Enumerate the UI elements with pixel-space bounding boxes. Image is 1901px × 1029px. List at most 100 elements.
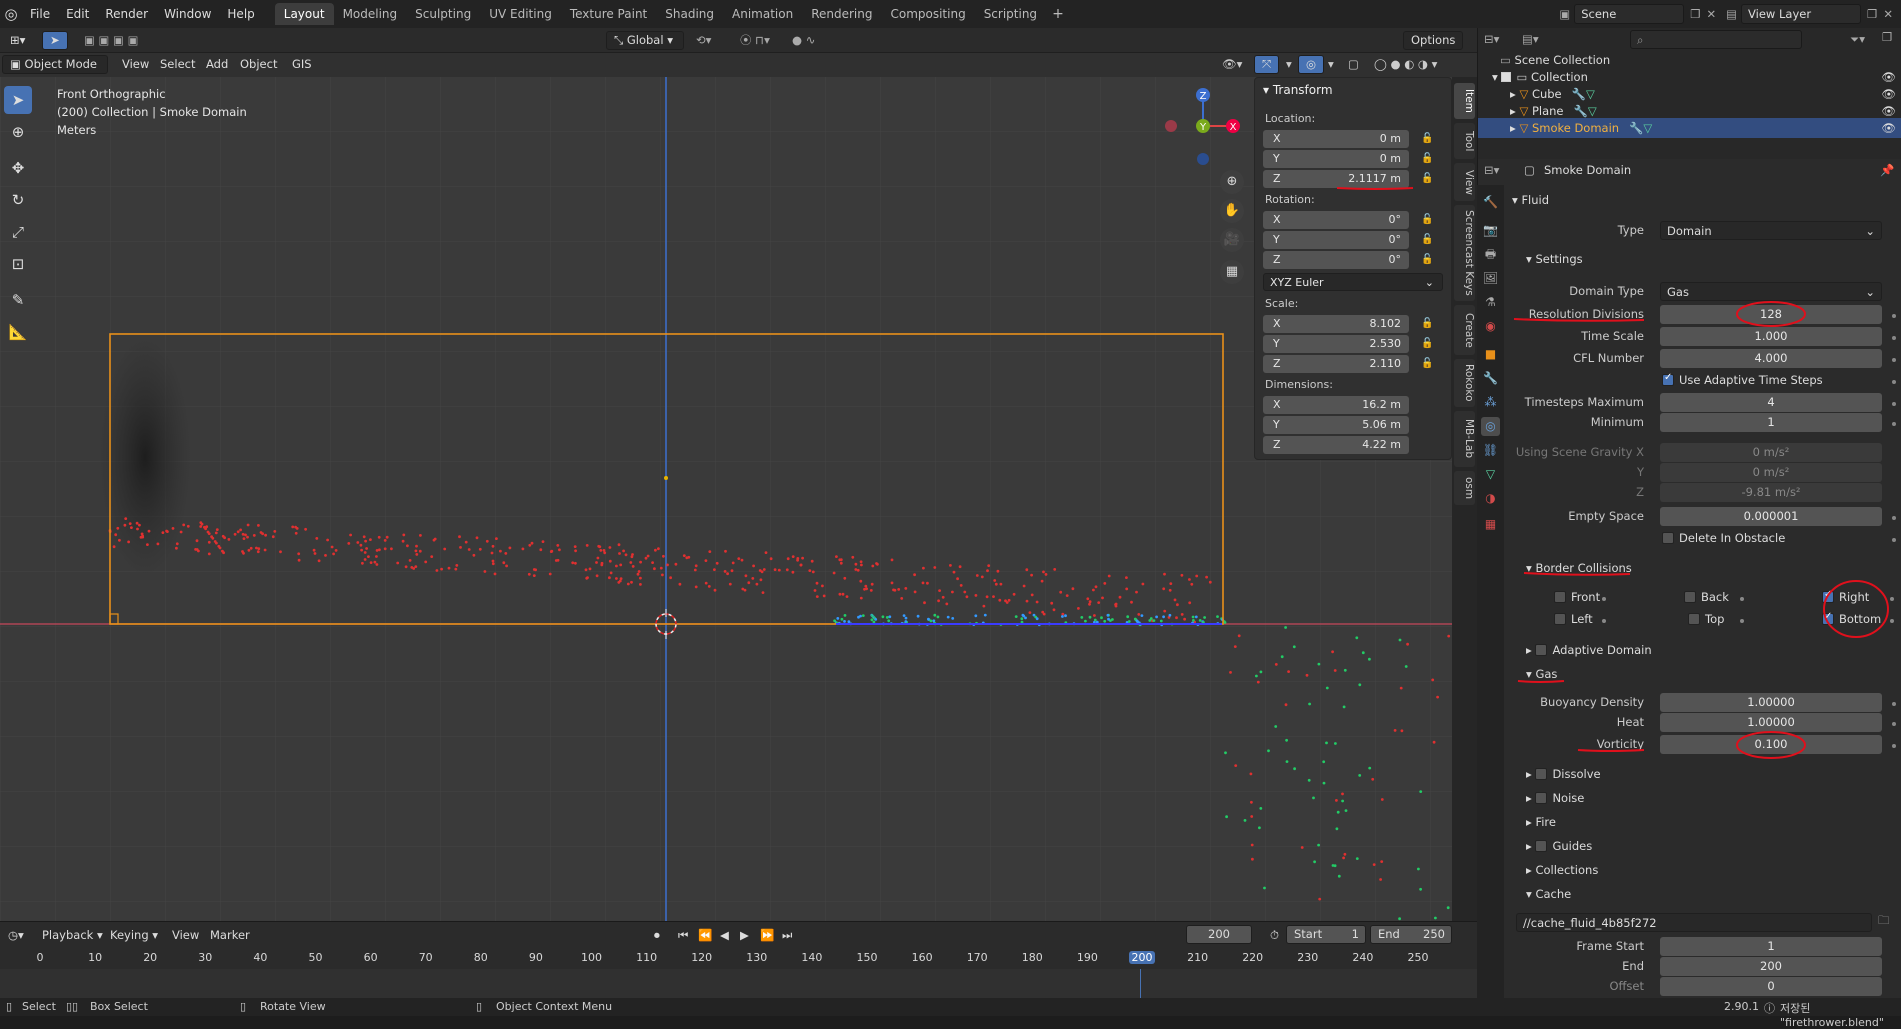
delete-view-layer-icon[interactable]: ✕ bbox=[1883, 7, 1893, 21]
play-reverse-icon[interactable]: ◀ bbox=[714, 926, 735, 945]
sidebar-tab-osm[interactable]: osm bbox=[1454, 471, 1475, 505]
lock-icon[interactable]: 🔓 bbox=[1421, 338, 1435, 350]
new-view-layer-icon[interactable]: ❐ bbox=[1867, 7, 1877, 21]
sidebar-tab-rokoko[interactable]: Rokoko bbox=[1454, 359, 1475, 407]
workspace-tab-uv-editing[interactable]: UV Editing bbox=[480, 3, 561, 25]
record-icon[interactable]: ⏺ bbox=[648, 926, 666, 945]
viewport-menu-object[interactable]: Object bbox=[234, 55, 283, 74]
gizmo-toggle-icon[interactable]: ⤧ bbox=[1254, 55, 1280, 74]
current-frame-field[interactable]: 200 bbox=[1186, 925, 1252, 944]
pan-hand-icon[interactable]: ✋ bbox=[1220, 199, 1244, 223]
editor-type-icon[interactable]: ⊞▾ bbox=[4, 31, 31, 50]
visibility-icon[interactable]: 👁▾ bbox=[1216, 55, 1248, 74]
measure-tool-icon[interactable]: 📐 bbox=[4, 318, 32, 346]
menu-edit[interactable]: Edit bbox=[58, 0, 97, 28]
lock-icon[interactable]: 🔓 bbox=[1421, 214, 1435, 226]
guides-subpanel[interactable]: ▸ Guides bbox=[1526, 839, 1592, 853]
viewport-menu-gis[interactable]: GIS bbox=[286, 55, 318, 74]
move-tool-icon[interactable]: ✥ bbox=[4, 154, 32, 182]
modifier-wrench-icon[interactable]: 🔧 bbox=[1572, 87, 1586, 101]
view-layer-selector[interactable]: View Layer bbox=[1741, 4, 1862, 24]
lock-icon[interactable]: 🔓 bbox=[1421, 173, 1435, 185]
transform-tool-icon[interactable]: ⊡ bbox=[4, 250, 32, 278]
zoom-icon[interactable]: ⊕ bbox=[1220, 170, 1244, 194]
collections-subpanel[interactable]: ▸ Collections bbox=[1526, 863, 1598, 877]
view-layer-properties-icon[interactable]: 🖼 bbox=[1481, 269, 1500, 288]
dimensions-y-field[interactable]: Y 5.06 m bbox=[1263, 416, 1409, 434]
material-properties-icon[interactable]: ◑ bbox=[1481, 489, 1500, 508]
viewport-menu-add[interactable]: Add bbox=[200, 55, 234, 74]
viewport-menu-select[interactable]: Select bbox=[154, 55, 201, 74]
filter-icon[interactable]: ⏷▾ bbox=[1850, 32, 1865, 47]
lock-icon[interactable]: 🔓 bbox=[1421, 153, 1435, 165]
cursor-tool-icon[interactable]: ⊕ bbox=[4, 118, 32, 146]
sidebar-tab-view[interactable]: View bbox=[1454, 163, 1475, 201]
rotation-x-field[interactable]: X 0° bbox=[1263, 211, 1409, 229]
constraints-properties-icon[interactable]: ⛓ bbox=[1481, 441, 1500, 460]
overlays-dropdown-icon[interactable]: ▾ bbox=[1322, 55, 1340, 74]
transform-orientation-dropdown[interactable]: ⤡ Global ▾ bbox=[606, 31, 684, 50]
sidebar-tab-tool[interactable]: Tool bbox=[1454, 123, 1475, 159]
transform-panel-header[interactable]: ▾ Transform bbox=[1263, 83, 1333, 97]
select-tool-icon[interactable]: ➤ bbox=[42, 31, 68, 50]
timeline-menu-playback[interactable]: Playback ▾ bbox=[36, 926, 109, 945]
scale-tool-icon[interactable]: ⤢ bbox=[4, 218, 32, 246]
workspace-tab-modeling[interactable]: Modeling bbox=[334, 3, 407, 25]
outliner-editor-icon[interactable]: ⊟▾ bbox=[1484, 32, 1499, 46]
lock-icon[interactable]: 🔓 bbox=[1421, 318, 1435, 330]
folder-icon[interactable]: 🗀 bbox=[1878, 913, 1890, 932]
sidebar-tab-screencast-keys[interactable]: Screencast Keys bbox=[1454, 205, 1475, 301]
ortho-grid-icon[interactable]: ▦ bbox=[1220, 260, 1244, 284]
expand-arrow-icon[interactable]: ▾ bbox=[1492, 70, 1501, 84]
fire-subpanel[interactable]: ▸ Fire bbox=[1526, 815, 1556, 829]
world-properties-icon[interactable]: ◉ bbox=[1481, 317, 1500, 336]
workspace-tab-sculpting[interactable]: Sculpting bbox=[406, 3, 480, 25]
start-frame-field[interactable]: Start 1 bbox=[1286, 925, 1366, 944]
blender-logo-icon[interactable]: ◎ bbox=[0, 5, 22, 23]
timeline-ruler[interactable]: 0 10 20 30 40 50 60 70 80 90 100 110 120 130 140 150 160… bbox=[0, 949, 1477, 969]
particles-properties-icon[interactable]: ⁂ bbox=[1481, 393, 1500, 412]
workspace-tab-scripting[interactable]: Scripting bbox=[975, 3, 1046, 25]
dimensions-z-field[interactable]: Z 4.22 m bbox=[1263, 436, 1409, 454]
frame-start-field[interactable]: 1 bbox=[1660, 937, 1882, 956]
lock-icon[interactable]: 🔓 bbox=[1421, 234, 1435, 246]
modifier-wrench-icon[interactable]: 🔧 bbox=[1629, 121, 1643, 135]
render-properties-icon[interactable]: 📷 bbox=[1481, 221, 1500, 240]
gizmo-dropdown-icon[interactable]: ▾ bbox=[1280, 55, 1298, 74]
view-layer-icon[interactable]: ▤ bbox=[1726, 7, 1737, 21]
tool-settings-icon[interactable]: 🔨 bbox=[1481, 193, 1500, 212]
outliner-row-smoke-domain[interactable]: ▸ ▽ Smoke Domain 🔧▽ 👁 bbox=[1478, 118, 1901, 138]
output-properties-icon[interactable]: 🖶 bbox=[1481, 245, 1500, 264]
scene-selector[interactable]: Scene bbox=[1574, 4, 1685, 24]
frame-end-field[interactable]: 200 bbox=[1660, 957, 1882, 976]
pivot-point-icon[interactable]: ⟲▾ bbox=[690, 31, 717, 50]
viewport-menu-view[interactable]: View bbox=[116, 55, 155, 74]
scene-icon[interactable]: ▣ bbox=[1559, 7, 1570, 21]
checkbox-icon[interactable] bbox=[1535, 840, 1548, 852]
mesh-data-icon[interactable]: ▽ bbox=[1586, 87, 1595, 101]
modifier-properties-icon[interactable]: 🔧 bbox=[1481, 369, 1500, 388]
camera-view-icon[interactable]: 🎥 bbox=[1220, 228, 1244, 252]
physics-properties-icon[interactable]: ◎ bbox=[1481, 417, 1500, 436]
menu-render[interactable]: Render bbox=[97, 0, 156, 28]
sidebar-tab-create[interactable]: Create bbox=[1454, 305, 1475, 355]
scale-y-field[interactable]: Y 2.530 bbox=[1263, 335, 1409, 353]
selection-mode-icons[interactable]: ▣ ▣ ▣ ▣ bbox=[78, 31, 144, 50]
jump-start-icon[interactable]: ⏮ bbox=[672, 926, 694, 945]
dimensions-x-field[interactable]: X 16.2 m bbox=[1263, 396, 1409, 414]
lock-icon[interactable]: 🔓 bbox=[1421, 133, 1435, 145]
texture-properties-icon[interactable]: ▦ bbox=[1481, 515, 1500, 534]
timeline-menu-keying[interactable]: Keying ▾ bbox=[104, 926, 164, 945]
delete-scene-icon[interactable]: ✕ bbox=[1707, 7, 1717, 21]
sidebar-tab-item[interactable]: Item bbox=[1454, 83, 1475, 119]
timeline-menu-marker[interactable]: Marker bbox=[204, 926, 256, 945]
checkbox-icon[interactable] bbox=[1501, 72, 1512, 82]
xray-icon[interactable]: ▢ bbox=[1342, 55, 1365, 74]
lock-icon[interactable]: 🔓 bbox=[1421, 254, 1435, 266]
new-scene-icon[interactable]: ❐ bbox=[1690, 7, 1700, 21]
mesh-data-icon[interactable]: ▽ bbox=[1588, 104, 1597, 118]
play-icon[interactable]: ▶ bbox=[734, 926, 755, 945]
mesh-data-icon[interactable]: ▽ bbox=[1643, 121, 1652, 135]
rotation-mode-dropdown[interactable]: XYZ Euler ⌄ bbox=[1263, 273, 1443, 291]
timeline-menu-view[interactable]: View bbox=[166, 926, 205, 945]
